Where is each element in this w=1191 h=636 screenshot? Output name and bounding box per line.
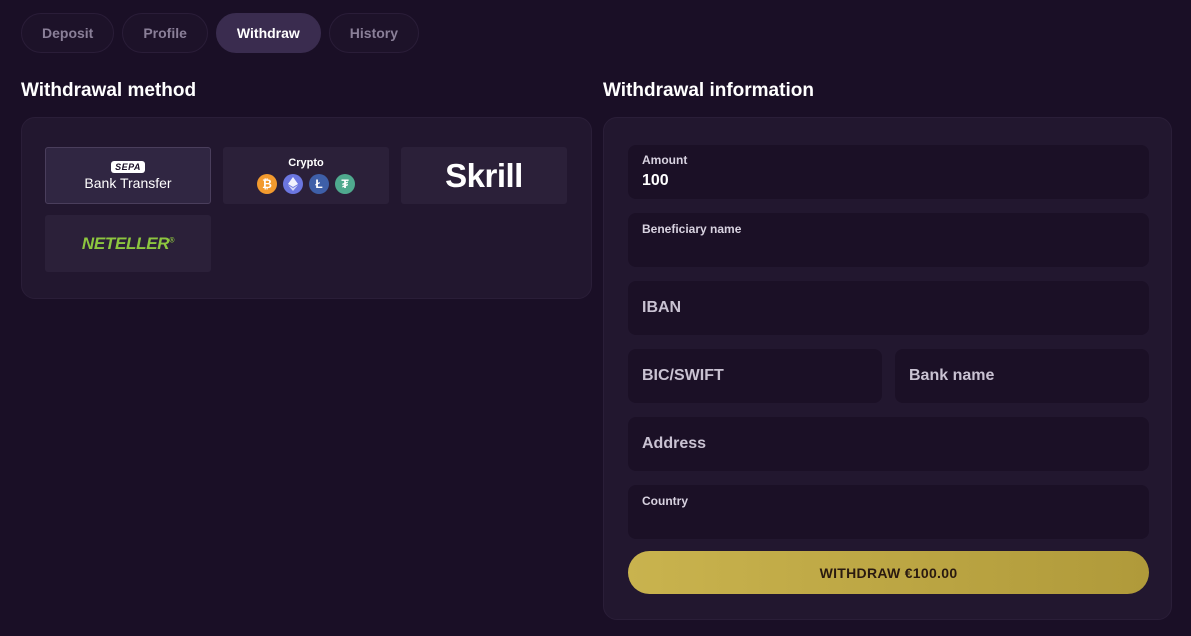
skrill-logo: Skrill [445,156,523,194]
neteller-logo: NETELLER® [82,234,174,254]
crypto-label: Crypto [288,157,324,169]
bic-swift-placeholder: BIC/SWIFT [642,367,724,384]
address-placeholder: Address [642,435,707,452]
withdrawal-method-panel: SEPA Bank Transfer Crypto ₿ Ł ₮ Skrill N… [21,117,592,299]
tab-profile[interactable]: Profile [122,13,208,53]
bank-transfer-label: Bank Transfer [84,174,172,191]
country-field[interactable]: Country [628,485,1149,539]
withdrawal-information-panel: Amount 100 Beneficiary name IBAN BIC/SWI… [603,117,1172,620]
neteller-logo-text: NETELLER [81,233,170,253]
beneficiary-name-field[interactable]: Beneficiary name [628,213,1149,267]
amount-value: 100 [642,172,669,189]
bic-swift-field[interactable]: BIC/SWIFT [628,349,882,403]
account-tabs: Deposit Profile Withdraw History [21,13,420,53]
withdraw-button[interactable]: WITHDRAW €100.00 [628,551,1149,594]
iban-placeholder: IBAN [642,299,682,316]
neteller-registered-mark: ® [169,236,175,244]
sepa-badge: SEPA [111,160,145,173]
beneficiary-name-label: Beneficiary name [642,222,742,236]
bitcoin-icon: ₿ [257,174,277,194]
country-label: Country [642,494,688,508]
amount-label: Amount [642,153,688,167]
address-field[interactable]: Address [628,417,1149,471]
tab-history[interactable]: History [328,13,420,53]
amount-field[interactable]: Amount 100 [628,145,1149,199]
withdrawal-information-title: Withdrawal information [603,80,814,101]
method-skrill[interactable]: Skrill [401,147,567,204]
crypto-coin-row: ₿ Ł ₮ [257,174,355,194]
bank-name-field[interactable]: Bank name [895,349,1149,403]
tab-deposit[interactable]: Deposit [21,13,115,53]
ethereum-icon [283,174,303,194]
method-sepa-bank-transfer[interactable]: SEPA Bank Transfer [45,147,211,204]
withdraw-page: Deposit Profile Withdraw History Withdra… [0,0,1191,636]
tab-withdraw[interactable]: Withdraw [215,13,321,53]
tether-icon: ₮ [335,174,355,194]
bank-name-placeholder: Bank name [909,367,995,384]
method-crypto[interactable]: Crypto ₿ Ł ₮ [223,147,389,204]
withdrawal-method-title: Withdrawal method [21,80,197,101]
litecoin-icon: Ł [309,174,329,194]
iban-field[interactable]: IBAN [628,281,1149,335]
method-neteller[interactable]: NETELLER® [45,215,211,272]
